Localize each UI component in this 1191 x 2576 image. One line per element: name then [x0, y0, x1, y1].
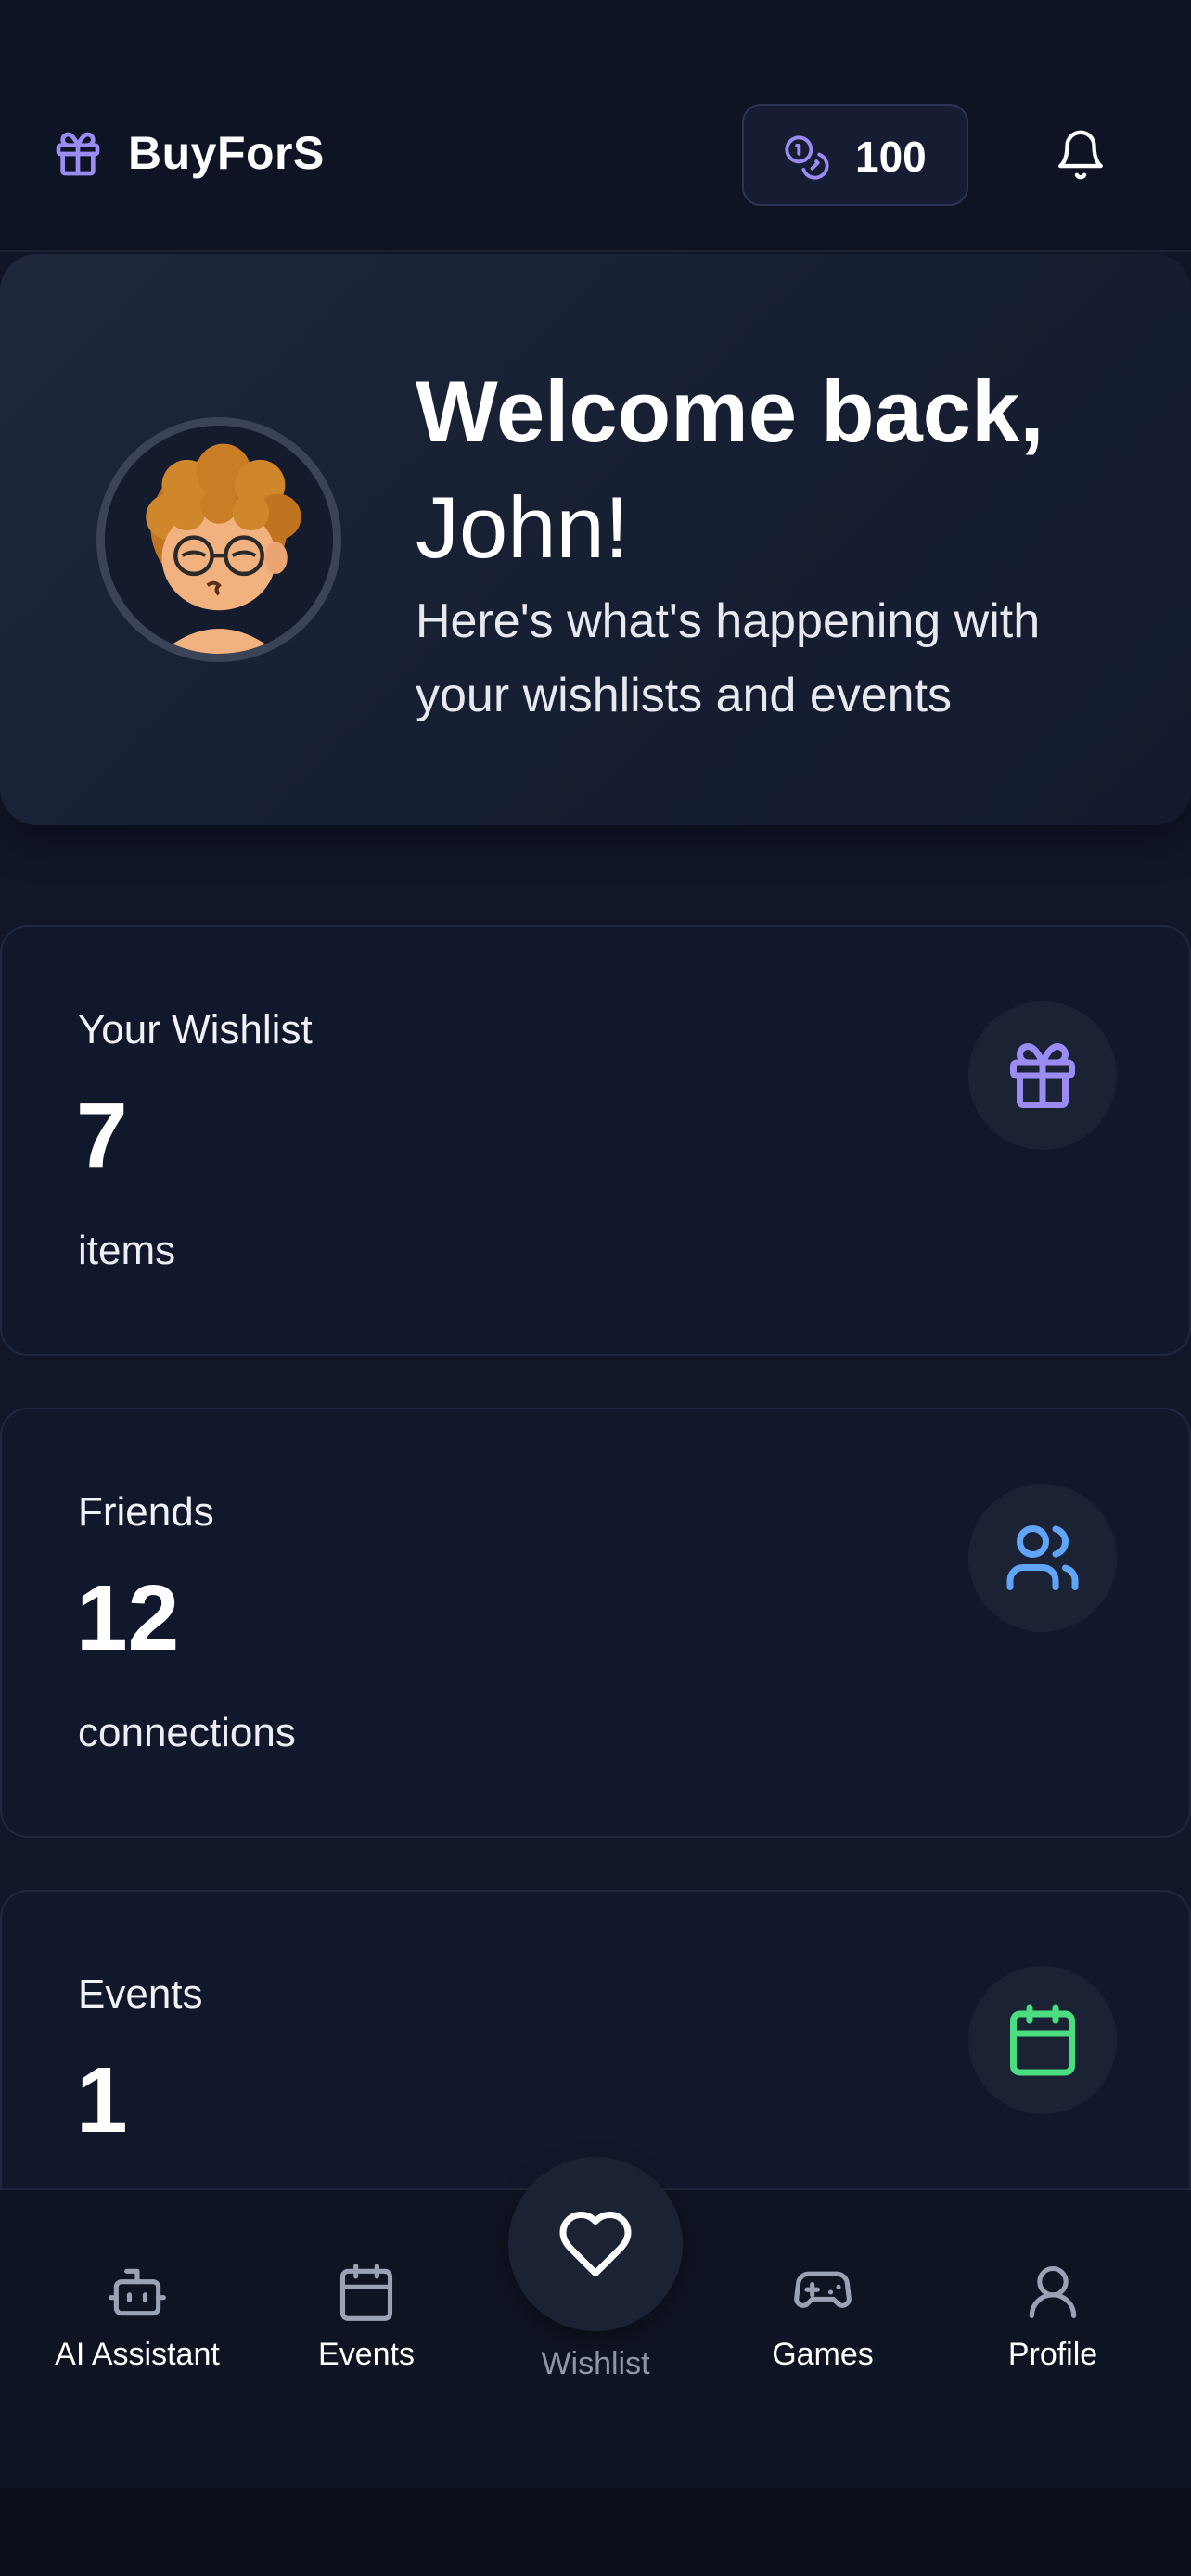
- coins-icon: [785, 135, 829, 180]
- gift-icon: [56, 132, 100, 176]
- avatar[interactable]: [96, 417, 341, 662]
- nav-label: Games: [772, 2337, 874, 2372]
- wishlist-stat-card[interactable]: Your Wishlist 7 items: [0, 925, 1191, 1356]
- app-screen: BuyForS 100 Welcome back, John! Here's w…: [0, 0, 1191, 2490]
- stat-value: 1: [76, 2048, 128, 2152]
- nav-label-wishlist: Wishlist: [541, 2346, 650, 2381]
- nav-item-events[interactable]: Events: [297, 2261, 436, 2373]
- nav-label: Events: [318, 2337, 415, 2372]
- calendar-icon: [1010, 2004, 1075, 2076]
- gift-icon: [1010, 1043, 1075, 1108]
- welcome-title: Welcome back,: [416, 363, 1044, 460]
- nav-item-games[interactable]: Games: [753, 2261, 892, 2373]
- robot-icon: [109, 2268, 166, 2316]
- app-brand: BuyForS: [128, 127, 325, 179]
- nav-item-profile[interactable]: Profile: [983, 2261, 1122, 2373]
- stat-icon-badge: [968, 1484, 1117, 1632]
- welcome-user-name: John!: [416, 478, 629, 576]
- nav-label: Profile: [1007, 2337, 1098, 2372]
- stat-icon-badge: [968, 1966, 1117, 2114]
- users-icon: [1006, 1525, 1079, 1590]
- welcome-card: Welcome back, John! Here's what's happen…: [0, 254, 1191, 825]
- top-header: BuyForS 100: [0, 0, 1191, 252]
- friends-stat-card[interactable]: Friends 12 connections: [0, 1408, 1191, 1838]
- stat-icon-badge: [968, 1001, 1117, 1150]
- stat-unit: connections: [78, 1710, 296, 1755]
- coins-count: 100: [855, 133, 927, 181]
- stat-label: Friends: [78, 1489, 214, 1535]
- stat-label: Your Wishlist: [78, 1007, 313, 1052]
- gamepad-icon: [794, 2271, 852, 2308]
- coins-balance-button[interactable]: 100: [742, 104, 968, 206]
- welcome-subtitle: Here's what's happening with your wishli…: [416, 594, 1041, 722]
- bottom-navigation: AI Assistant Events Wishlist Games Profi…: [0, 2157, 1191, 2490]
- stat-value: 7: [76, 1084, 128, 1188]
- user-icon: [1029, 2265, 1077, 2319]
- avatar-illustration: [105, 426, 333, 654]
- nav-item-wishlist[interactable]: [508, 2157, 683, 2331]
- nav-label: AI Assistant: [55, 2337, 220, 2372]
- stat-unit: items: [78, 1228, 176, 1273]
- nav-item-ai-assistant[interactable]: AI Assistant: [45, 2261, 230, 2373]
- heart-icon: [559, 2212, 632, 2276]
- home-indicator-area: [0, 2488, 1191, 2576]
- calendar-icon: [339, 2264, 393, 2321]
- bell-icon[interactable]: [1054, 128, 1108, 182]
- stat-value: 12: [76, 1566, 180, 1670]
- stat-label: Events: [78, 1971, 203, 2017]
